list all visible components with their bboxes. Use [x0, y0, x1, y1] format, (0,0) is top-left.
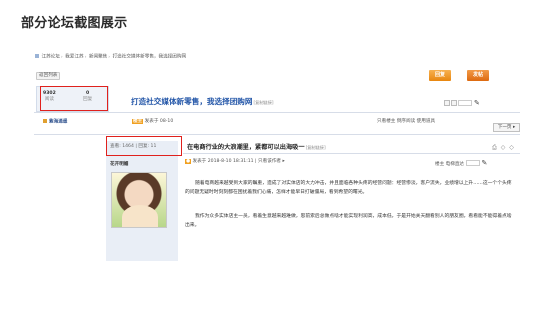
new-post-label: 发帖: [472, 72, 483, 78]
first-post-author[interactable]: 紫海逍遥: [43, 119, 67, 125]
user-badge-icon: ●: [185, 159, 192, 164]
post-meta-text: 发表于 2018-8-10 18:31:11 | 只看该作者 ▸: [192, 159, 285, 164]
op-badge: 楼主: [132, 119, 144, 124]
thread-title: 打造社交媒体新零售，我选择团购网[复制链接]: [131, 97, 274, 106]
post-author-name[interactable]: 花开明媚: [110, 162, 128, 168]
next-page-small-button[interactable]: [451, 100, 457, 107]
breadcrumb-item[interactable]: 新闻聚焦: [89, 55, 107, 60]
first-post-row: [34, 113, 520, 129]
breadcrumb: 江苏论坛› 我爱江苏› 新闻聚焦› 打造社交媒体新零售，我选择团购网: [35, 54, 186, 60]
post-floor-controls: 楼主 电梯直达 ✎: [435, 159, 487, 168]
page-footer: [0, 290, 554, 313]
first-post-author-name: 紫海逍遥: [49, 119, 68, 125]
floor-label: 楼主 电梯直达: [435, 161, 465, 167]
user-icon: [43, 119, 47, 123]
back-to-list-label: 返回列表: [39, 73, 58, 78]
copy-link[interactable]: [复制链接]: [254, 100, 274, 105]
highlight-box-stats: [40, 86, 108, 111]
reply-button[interactable]: 回复: [429, 70, 451, 81]
breadcrumb-item[interactable]: 江苏论坛: [41, 55, 59, 60]
highlight-box-post-stats: [106, 136, 182, 156]
floor-jump-input[interactable]: [465, 160, 480, 167]
divider: [183, 153, 520, 154]
home-icon: [35, 54, 39, 58]
thread-title-text: 打造社交媒体新零售，我选择团购网: [131, 97, 253, 106]
next-page-button[interactable]: 下一页 ▸: [493, 123, 520, 132]
slide-title: 部分论坛截图展示: [21, 16, 128, 31]
new-post-button[interactable]: 发帖: [467, 70, 489, 81]
back-to-list-button[interactable]: 返回列表: [36, 72, 61, 80]
breadcrumb-item[interactable]: 打造社交媒体新零售，我选择团购网: [113, 55, 187, 60]
breadcrumb-item[interactable]: 我爱江苏: [65, 55, 83, 60]
post-meta: ● 发表于 2018-8-10 18:31:11 | 只看该作者 ▸: [185, 159, 285, 165]
page-controls: ✎: [444, 99, 480, 108]
first-post-actions[interactable]: 只看楼主 倒序阅读 使用道具: [377, 119, 435, 125]
avatar[interactable]: [111, 172, 167, 228]
forum-screenshot: 江苏论坛› 我爱江苏› 新闻聚焦› 打造社交媒体新零售，我选择团购网 返回列表 …: [34, 52, 520, 267]
post-title: 在电商行业的大浪潮里，紧都可以出海吸一[复制链接]: [187, 144, 326, 152]
post-paragraph-1: 随着电商越来越受到大家的瞩重，造成了对实体店的大力冲击，并且面临各种头疼的经营问…: [185, 181, 512, 195]
pen-icon[interactable]: ✎: [482, 159, 488, 168]
post-tools-icons[interactable]: ⎙ ◇ ◇: [492, 144, 515, 152]
divider: [34, 134, 520, 135]
next-page-label: 下一页 ▸: [497, 125, 516, 130]
prev-page-button[interactable]: [444, 100, 450, 107]
page-jump-input[interactable]: [458, 100, 472, 107]
first-post-meta: 楼主 发表于 08-10: [132, 119, 173, 125]
post-paragraph-2: 我作为众多实体店主一员，看着生意越来越难做，思前索后总做点啥才能实现利润高，成本…: [185, 214, 512, 228]
post-title-text: 在电商行业的大浪潮里，紧都可以出海吸一: [187, 144, 305, 151]
first-post-time: 发表于 08-10: [144, 119, 174, 124]
post-copy-link[interactable]: [复制链接]: [306, 145, 326, 150]
pen-icon[interactable]: ✎: [474, 99, 480, 108]
reply-label: 回复: [434, 72, 445, 78]
